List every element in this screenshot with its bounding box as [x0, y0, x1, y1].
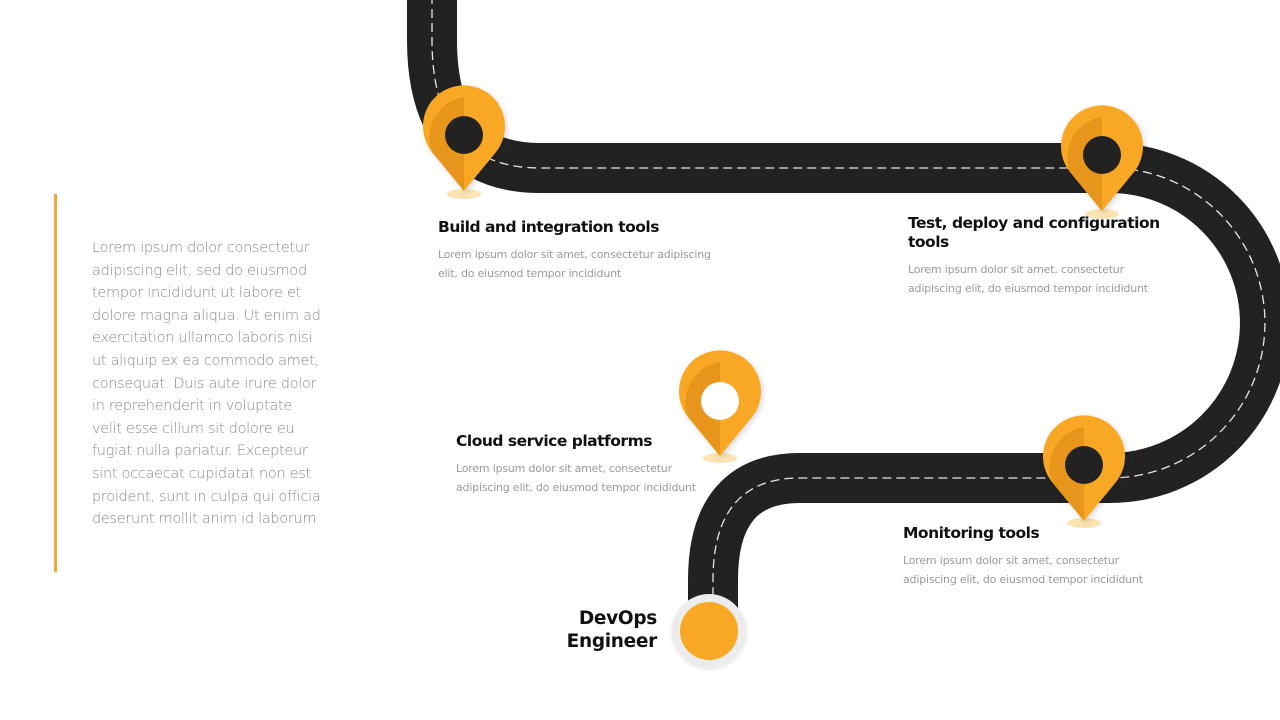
step-cloud-platforms: Cloud service platforms Lorem ipsum dolo… [456, 432, 716, 497]
step-description: Lorem ipsum dolor sit amet, consectetur … [908, 263, 1148, 295]
endpoint-label-line2: Engineer [566, 631, 658, 652]
endpoint-marker [672, 594, 746, 668]
map-pin-icon [1043, 415, 1125, 528]
map-pin-icon [1061, 105, 1143, 219]
step-title: Test, deploy and configuration tools [908, 214, 1160, 251]
step-title: Build and integration tools [438, 218, 659, 236]
endpoint-label-line1: DevOps [578, 608, 657, 629]
step-test-deploy: Test, deploy and configuration tools Lor… [908, 214, 1163, 298]
step-description: Lorem ipsum dolor sit amet, consectetur … [903, 554, 1143, 586]
step-title: Monitoring tools [903, 524, 1040, 542]
step-description: Lorem ipsum dolor sit amet, consectetur … [456, 462, 696, 494]
step-title: Cloud service platforms [456, 432, 652, 450]
step-description: Lorem ipsum dolor sit amet, consectetur … [438, 248, 711, 280]
step-build-integration: Build and integration tools Lorem ipsum … [438, 218, 718, 283]
step-monitoring: Monitoring tools Lorem ipsum dolor sit a… [903, 524, 1163, 589]
endpoint-label: DevOps Engineer [540, 607, 658, 653]
